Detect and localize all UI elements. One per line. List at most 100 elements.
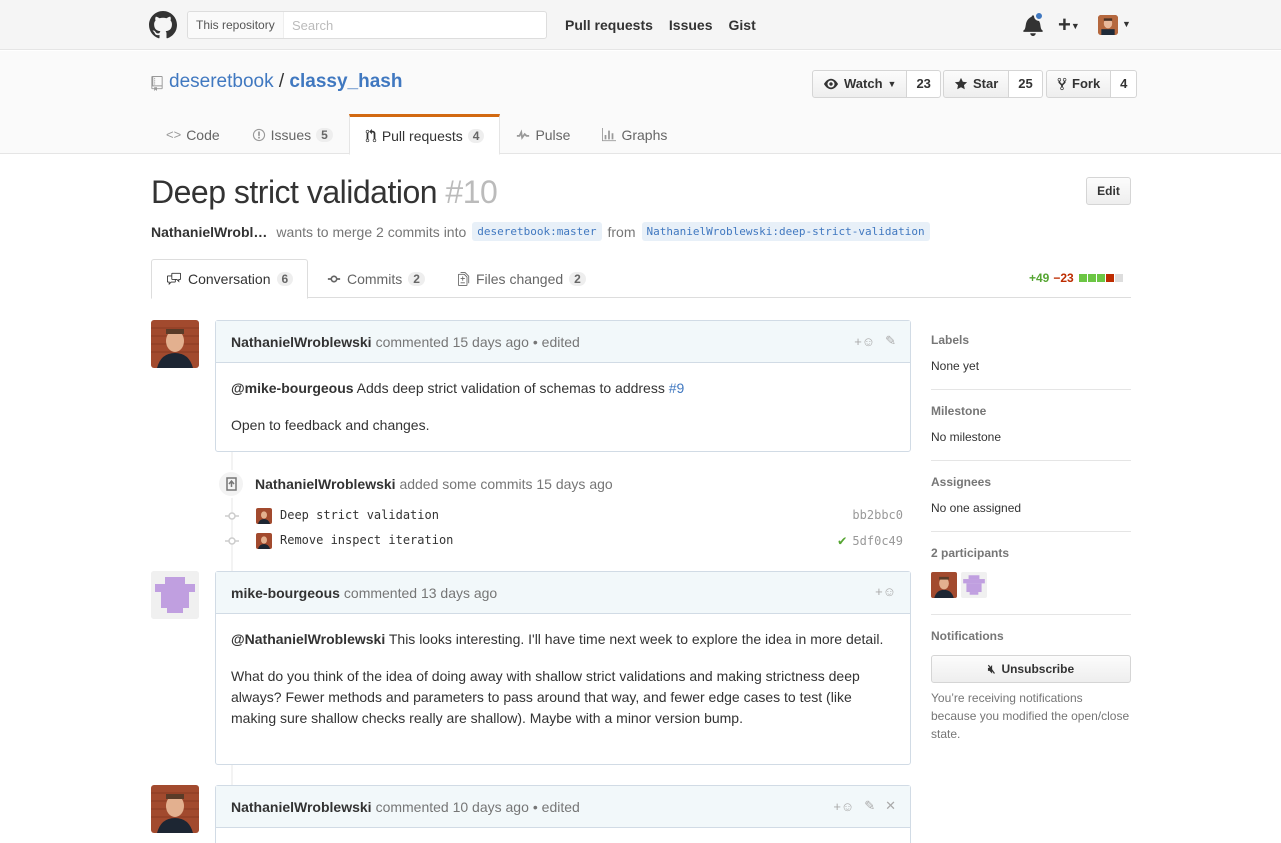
comment-edited-label[interactable]: • edited bbox=[533, 334, 580, 350]
commits-event-author[interactable]: NathanielWroblewski bbox=[255, 476, 396, 492]
tab-code[interactable]: <> Code bbox=[150, 114, 236, 154]
repo-push-icon bbox=[217, 470, 245, 498]
comment-timestamp[interactable]: commented 15 days ago bbox=[376, 334, 529, 350]
unsubscribe-button[interactable]: 🔇︎ Unsubscribe bbox=[931, 655, 1131, 683]
pull-request-icon bbox=[365, 128, 377, 142]
avatar[interactable] bbox=[151, 785, 199, 833]
comment-author[interactable]: NathanielWroblewski bbox=[231, 799, 372, 815]
user-mention[interactable]: @mike-bourgeous bbox=[231, 380, 354, 396]
caret-down-icon: ▼ bbox=[1070, 21, 1080, 32]
sidebar-milestone-value: No milestone bbox=[931, 430, 1002, 444]
close-icon[interactable]: ✕ bbox=[885, 798, 896, 814]
commit-sha: bb2bbc0 bbox=[852, 508, 903, 522]
comment-timestamp[interactable]: commented 13 days ago bbox=[344, 585, 497, 601]
create-new-dropdown[interactable]: +▼ bbox=[1058, 12, 1080, 38]
comment-author[interactable]: NathanielWroblewski bbox=[231, 334, 372, 350]
notifications-bell-icon[interactable] bbox=[1023, 11, 1044, 36]
user-avatar-menu[interactable] bbox=[1098, 15, 1118, 35]
fork-count[interactable]: 4 bbox=[1111, 70, 1138, 98]
comment-actions: +☺ bbox=[875, 584, 896, 599]
discussion-sidebar: Labels None yet Milestone No milestone A… bbox=[931, 320, 1131, 759]
pr-author-link[interactable]: NathanielWrobl… bbox=[151, 224, 267, 240]
search-input[interactable] bbox=[292, 14, 540, 36]
tab-pulse-label: Pulse bbox=[535, 127, 571, 143]
pr-from-text: from bbox=[607, 223, 636, 240]
commits-event-action: added some commits 15 days ago bbox=[399, 476, 613, 492]
sidebar-milestone: Milestone No milestone bbox=[931, 390, 1131, 461]
diffstat-block-added bbox=[1087, 274, 1096, 282]
repo-name-link[interactable]: classy_hash bbox=[289, 71, 402, 92]
tab-issues[interactable]: Issues 5 bbox=[236, 114, 349, 154]
commit-message-link[interactable]: Remove inspect iteration bbox=[280, 533, 453, 547]
github-logo-icon[interactable] bbox=[149, 11, 177, 39]
pr-merge-text: wants to merge 2 commits into bbox=[276, 223, 467, 240]
sidebar-labels-value: None yet bbox=[931, 359, 980, 373]
comment-paragraph: @NathanielWroblewski This looks interest… bbox=[231, 629, 895, 650]
tab-commits[interactable]: Commits 2 bbox=[313, 259, 439, 298]
sidebar-labels-heading: Labels bbox=[931, 333, 970, 347]
commit-row: Remove inspect iteration ✔ 5df0c49 bbox=[217, 531, 905, 551]
comment-text: This looks interesting. I'll have time n… bbox=[385, 631, 884, 647]
avatar[interactable] bbox=[151, 320, 199, 368]
tab-pull-requests[interactable]: Pull requests 4 bbox=[348, 114, 501, 155]
tab-graphs[interactable]: Graphs bbox=[586, 114, 683, 154]
tab-commits-label: Commits bbox=[347, 270, 403, 287]
commit-author-avatar bbox=[256, 533, 272, 549]
comment-body: @mike-bourgeous Adds deep strict validat… bbox=[216, 363, 910, 456]
check-icon[interactable]: ✔ bbox=[838, 533, 846, 549]
add-reaction-icon[interactable]: +☺ bbox=[875, 584, 896, 599]
comment-edited-label[interactable]: • edited bbox=[533, 799, 580, 815]
pencil-icon[interactable]: ✎ bbox=[864, 798, 875, 814]
conversation-count-badge: 6 bbox=[276, 272, 294, 286]
repo-separator: / bbox=[278, 71, 285, 92]
comment-timestamp[interactable]: commented 10 days ago bbox=[376, 799, 529, 815]
avatar-nathanielwroblewski bbox=[151, 320, 199, 368]
commit-message-link[interactable]: Deep strict validation bbox=[280, 508, 439, 522]
commit-sha-link[interactable]: bb2bbc0 bbox=[852, 508, 903, 522]
issue-icon bbox=[252, 128, 265, 142]
user-mention[interactable]: @NathanielWroblewski bbox=[231, 631, 385, 647]
pr-title-text: Deep strict validation bbox=[151, 174, 438, 210]
pulse-icon bbox=[517, 129, 530, 140]
star-button[interactable]: Star bbox=[943, 70, 1010, 98]
sidebar-notifications: Notifications 🔇︎ Unsubscribe You’re rece… bbox=[931, 615, 1131, 759]
issues-count-badge: 5 bbox=[316, 128, 333, 142]
commit-node-icon bbox=[225, 512, 239, 520]
base-branch-ref[interactable]: deseretbook:master bbox=[472, 222, 602, 241]
head-branch-ref[interactable]: NathanielWroblewski:deep-strict-validati… bbox=[641, 222, 930, 241]
avatar-caret-down-icon[interactable]: ▼ bbox=[1122, 19, 1131, 29]
comment: NathanielWroblewski commented 10 days ag… bbox=[215, 785, 911, 843]
issue-reference-link[interactable]: #9 bbox=[669, 380, 685, 396]
tab-files-changed[interactable]: Files changed 2 bbox=[444, 259, 600, 298]
repo-owner-link[interactable]: deseretbook bbox=[169, 71, 274, 92]
header-nav-issues[interactable]: Issues bbox=[669, 17, 713, 33]
tab-conversation[interactable]: Conversation 6 bbox=[151, 259, 309, 299]
edit-title-button[interactable]: Edit bbox=[1086, 177, 1131, 205]
pencil-icon[interactable]: ✎ bbox=[885, 333, 896, 349]
repo-title: deseretbook / classy_hash bbox=[169, 71, 402, 93]
user-avatar-image bbox=[1098, 15, 1118, 35]
watch-count[interactable]: 23 bbox=[907, 70, 941, 98]
participant-avatar[interactable] bbox=[961, 572, 987, 598]
comment-author[interactable]: mike-bourgeous bbox=[231, 585, 340, 601]
star-count[interactable]: 25 bbox=[1009, 70, 1043, 98]
participant-avatar[interactable] bbox=[931, 572, 957, 598]
header-nav-pull-requests[interactable]: Pull requests bbox=[565, 17, 653, 33]
commit-sha-link[interactable]: 5df0c49 bbox=[852, 534, 903, 548]
graph-icon bbox=[602, 128, 617, 142]
tab-code-label: Code bbox=[186, 127, 220, 143]
tab-pulse[interactable]: Pulse bbox=[500, 114, 586, 154]
pr-tabnav: Conversation 6 Commits 2 Files changed 2 bbox=[151, 259, 1131, 299]
watch-control: Watch ▼ 23 bbox=[812, 70, 941, 98]
avatar[interactable] bbox=[256, 508, 272, 524]
add-reaction-icon[interactable]: +☺ bbox=[854, 334, 875, 349]
header-nav-gist[interactable]: Gist bbox=[729, 17, 756, 33]
watch-button[interactable]: Watch ▼ bbox=[812, 70, 908, 98]
diffstat-block-neutral bbox=[1114, 274, 1123, 282]
avatar[interactable] bbox=[151, 571, 199, 619]
add-reaction-icon[interactable]: +☺ bbox=[833, 799, 854, 814]
diffstat[interactable]: +49 −23 bbox=[1029, 271, 1123, 285]
avatar[interactable] bbox=[256, 533, 272, 549]
watch-caret-icon: ▼ bbox=[887, 79, 897, 89]
fork-button[interactable]: Fork bbox=[1046, 70, 1112, 98]
